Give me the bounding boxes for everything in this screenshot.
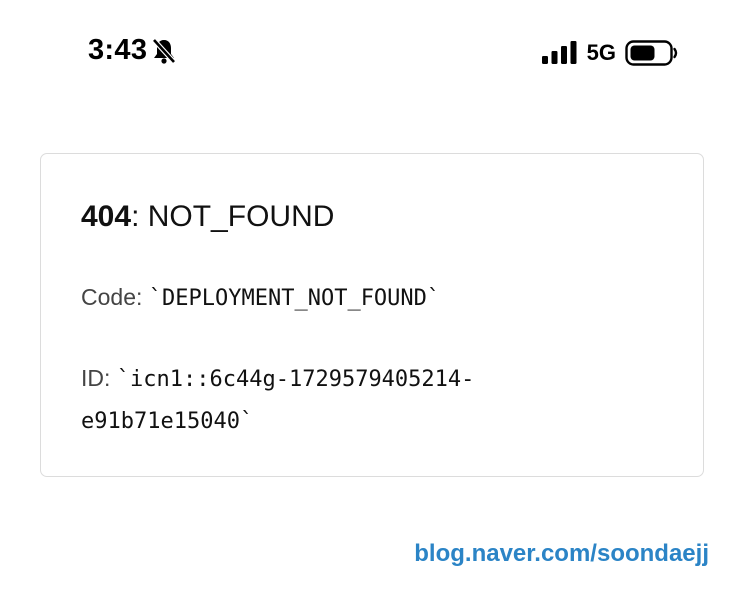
error-code-value: `DEPLOYMENT_NOT_FOUND` <box>148 286 441 311</box>
status-bar: 3:43 5G <box>0 0 743 100</box>
error-heading: 404: NOT_FOUND <box>81 200 334 234</box>
error-separator: : <box>131 200 148 233</box>
bell-slash-icon <box>151 37 177 65</box>
error-id-label: ID: <box>81 365 117 391</box>
error-status-code: 404 <box>81 200 132 233</box>
error-status-text: NOT_FOUND <box>147 200 335 233</box>
error-code-line: Code: `DEPLOYMENT_NOT_FOUND` <box>81 284 440 311</box>
battery-icon <box>625 40 679 66</box>
signal-bars-icon <box>541 41 578 65</box>
right-status-group: 5G <box>541 40 679 66</box>
clock-group: 3:43 <box>88 34 177 67</box>
error-id-value: `icn1::6c44g-1729579405214-e91b71e15040` <box>81 367 475 434</box>
network-type-label: 5G <box>586 40 616 65</box>
clock-time: 3:43 <box>88 34 148 66</box>
error-code-label: Code: <box>81 284 149 310</box>
error-card: 404: NOT_FOUND Code: `DEPLOYMENT_NOT_FOU… <box>40 153 704 477</box>
watermark-text: blog.naver.com/soondaejj <box>414 540 709 567</box>
error-id-line: ID: `icn1::6c44g-1729579405214-e91b71e15… <box>81 358 641 442</box>
